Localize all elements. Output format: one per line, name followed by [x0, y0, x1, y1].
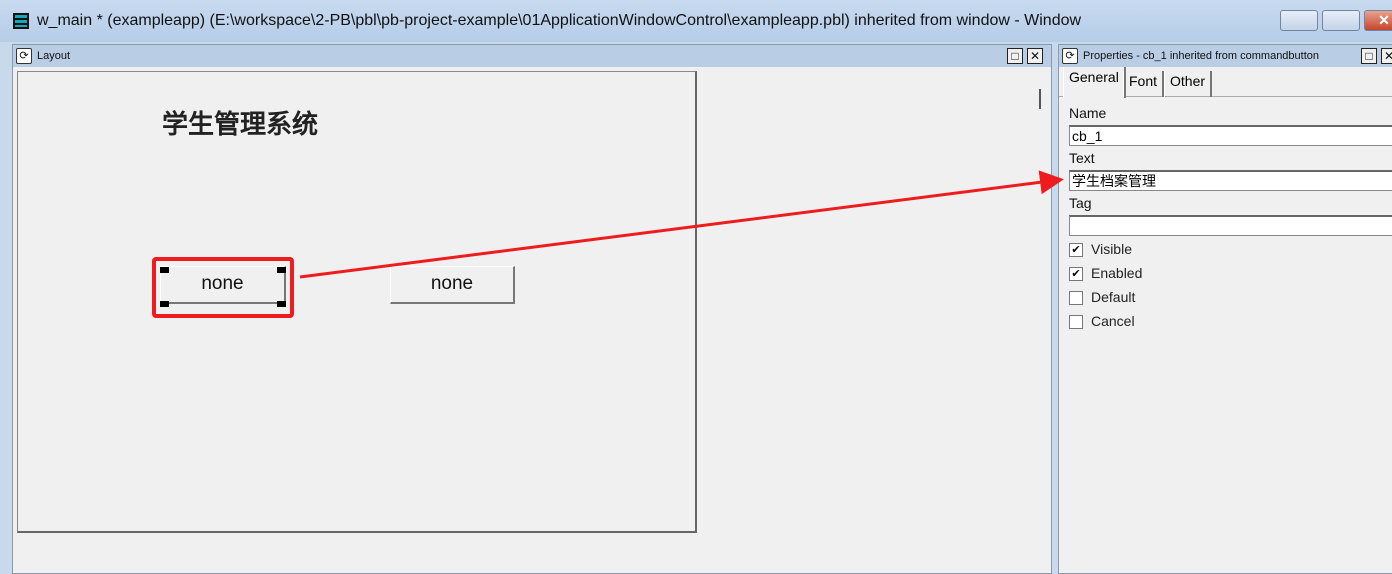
enabled-label: Enabled	[1091, 265, 1143, 281]
window-heading-text[interactable]: 学生管理系统	[162, 104, 318, 141]
text-field[interactable]: 学生档案管理	[1069, 170, 1392, 191]
layout-icon: ⟳	[16, 48, 32, 64]
properties-header: ⟳ Properties - cb_1 inherited from comma…	[1059, 45, 1392, 67]
text-label: Text	[1069, 150, 1095, 166]
maximize-button[interactable]	[1322, 10, 1360, 31]
minimize-button[interactable]	[1280, 10, 1318, 31]
close-button[interactable]: ✕	[1364, 10, 1392, 31]
layout-title: Layout	[37, 50, 71, 62]
tab-font[interactable]: Font	[1123, 71, 1165, 97]
close-panel-icon[interactable]: ✕	[1381, 48, 1392, 64]
layout-header: ⟳ Layout □ ✕	[13, 45, 1051, 67]
window-design-area[interactable]	[17, 71, 697, 533]
visible-label: Visible	[1091, 241, 1132, 257]
tag-field[interactable]	[1069, 215, 1392, 236]
name-label: Name	[1069, 105, 1107, 121]
scrollbar[interactable]	[1039, 89, 1041, 109]
default-label: Default	[1091, 289, 1136, 305]
cancel-checkbox[interactable]	[1069, 315, 1083, 329]
enabled-checkbox[interactable]: ✔	[1069, 267, 1083, 281]
name-field[interactable]: cb_1	[1069, 125, 1392, 146]
properties-panel: ⟳ Properties - cb_1 inherited from comma…	[1058, 44, 1392, 574]
window-title: w_main * (exampleapp) (E:\workspace\2-PB…	[37, 12, 1082, 29]
cb-2-button[interactable]: none	[390, 266, 515, 304]
properties-tabs: General Font Other	[1059, 67, 1392, 98]
properties-icon: ⟳	[1062, 48, 1078, 64]
app-icon	[13, 13, 29, 29]
close-panel-icon[interactable]: ✕	[1027, 48, 1043, 64]
cancel-label: Cancel	[1091, 313, 1135, 329]
tab-general[interactable]: General	[1063, 67, 1126, 98]
maximize-panel-icon[interactable]: □	[1007, 48, 1023, 64]
maximize-panel-icon[interactable]: □	[1361, 48, 1377, 64]
default-checkbox[interactable]	[1069, 291, 1083, 305]
visible-checkbox[interactable]: ✔	[1069, 243, 1083, 257]
tab-other[interactable]: Other	[1164, 71, 1213, 97]
tag-label: Tag	[1069, 195, 1092, 211]
properties-title: Properties - cb_1 inherited from command…	[1083, 50, 1320, 62]
highlight-box	[152, 257, 294, 318]
title-bar: w_main * (exampleapp) (E:\workspace\2-PB…	[0, 0, 1392, 42]
